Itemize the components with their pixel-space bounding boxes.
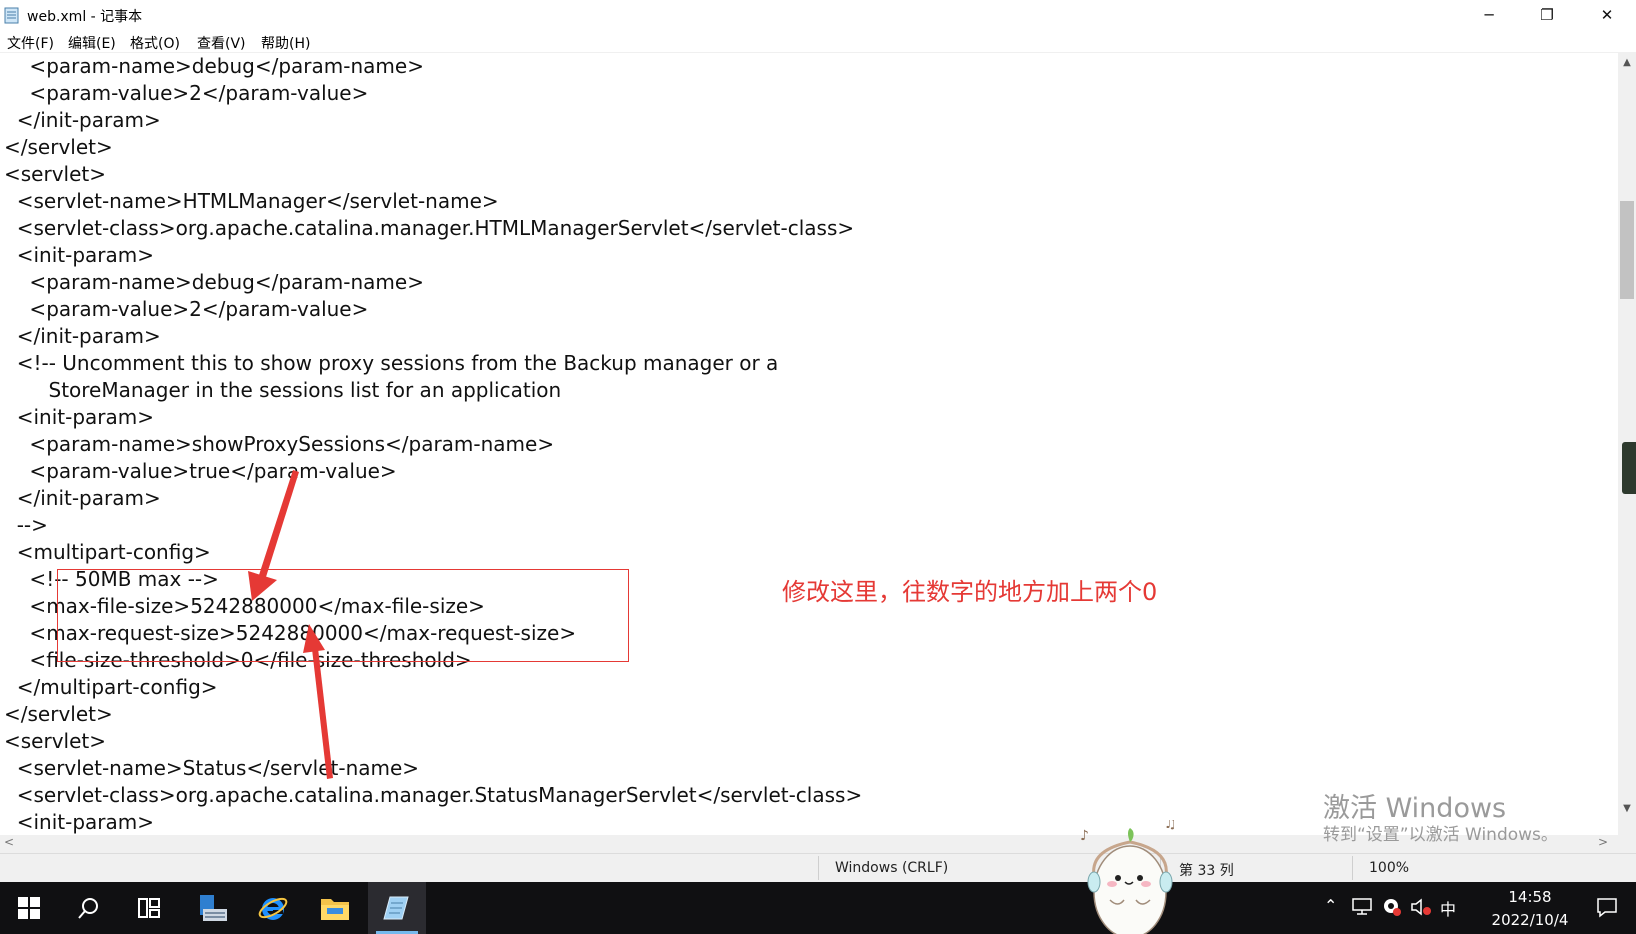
ime-indicator[interactable]: 中 (1440, 896, 1456, 920)
clock-date[interactable]: 2022/10/4 (1484, 911, 1576, 929)
scroll-thumb[interactable] (1620, 201, 1634, 299)
text-line: <servlet> (4, 729, 107, 753)
text-line: <param-value>2</param-value> (4, 81, 369, 105)
close-button[interactable]: ✕ (1578, 0, 1636, 30)
window-title: web.xml - 记事本 (27, 9, 143, 25)
text-line: --> (4, 513, 48, 537)
notification-icon[interactable] (1596, 896, 1618, 918)
file-explorer-icon[interactable] (306, 882, 364, 934)
side-panel-handle[interactable] (1622, 442, 1636, 494)
menu-edit[interactable]: 编辑(E) (68, 33, 116, 53)
text-line: <param-name>showProxySessions</param-nam… (4, 432, 555, 456)
text-line: </servlet> (4, 702, 113, 726)
scrollbar-corner (1618, 835, 1636, 853)
text-line: <servlet-name>HTMLManager</servlet-name> (4, 189, 499, 213)
scroll-right-arrow-icon[interactable]: > (1598, 835, 1608, 849)
volume-muted-icon[interactable] (1410, 897, 1432, 917)
activation-watermark-subtitle: 转到“设置”以激活 Windows。 (1323, 825, 1558, 845)
svg-text:♫: ♫ (1164, 820, 1177, 832)
scroll-down-arrow-icon[interactable]: ▼ (1618, 803, 1636, 817)
status-encoding: Windows (CRLF) (835, 860, 949, 876)
network-icon[interactable] (1352, 898, 1372, 916)
text-line: <init-param> (4, 810, 154, 834)
menu-file[interactable]: 文件(F) (7, 33, 54, 53)
text-line: </servlet> (4, 135, 113, 159)
server-manager-icon[interactable] (184, 882, 242, 934)
text-line: </init-param> (4, 324, 161, 348)
text-line: <param-name>debug</param-name> (4, 54, 424, 78)
search-icon[interactable] (60, 882, 118, 934)
text-line: </init-param> (4, 486, 161, 510)
notepad-icon (383, 896, 409, 920)
title-bar: web.xml - 记事本 ─ ❐ ✕ (0, 0, 1636, 30)
text-line: <multipart-config> (4, 540, 211, 564)
text-line: <servlet> (4, 162, 107, 186)
text-line: <servlet-class>org.apache.catalina.manag… (4, 216, 855, 240)
text-line: <!-- Uncomment this to show proxy sessio… (4, 351, 779, 375)
notepad-taskbar-button[interactable] (368, 882, 426, 934)
minimize-button[interactable]: ─ (1460, 0, 1518, 30)
windows-start-icon[interactable] (0, 882, 58, 934)
text-line: <init-param> (4, 405, 154, 429)
text-line: <param-name>debug</param-name> (4, 270, 424, 294)
mascot-sticker: ♪ ♫ (1080, 820, 1177, 934)
clock-time[interactable]: 14:58 (1500, 888, 1560, 906)
text-line: <servlet-name>Status</servlet-name> (4, 756, 420, 780)
text-line: <servlet-class>org.apache.catalina.manag… (4, 783, 863, 807)
status-bar: Windows (CRLF) 第 33 列 100% (0, 853, 1636, 883)
text-line: <param-value>true</param-value> (4, 459, 397, 483)
text-line: <param-value>2</param-value> (4, 297, 369, 321)
menu-help[interactable]: 帮助(H) (261, 33, 310, 53)
status-zoom: 100% (1369, 860, 1410, 876)
text-line: <init-param> (4, 243, 154, 267)
annotation-note: 修改这里，往数字的地方加上两个0 (782, 578, 1158, 606)
svg-text:♪: ♪ (1080, 828, 1089, 844)
menu-view[interactable]: 查看(V) (197, 33, 246, 53)
notepad-icon (4, 7, 19, 24)
antivirus-icon[interactable] (1382, 897, 1402, 917)
text-line: </multipart-config> (4, 675, 218, 699)
task-view-icon[interactable] (120, 882, 178, 934)
status-position: 第 33 列 (1179, 863, 1234, 879)
maximize-button[interactable]: ❐ (1518, 0, 1576, 30)
text-line: StoreManager in the sessions list for an… (4, 378, 562, 402)
menu-bar: 文件(F) 编辑(E) 格式(O) 查看(V) 帮助(H) (0, 30, 1636, 53)
internet-explorer-icon[interactable] (244, 882, 302, 934)
text-line: </init-param> (4, 108, 161, 132)
scroll-up-arrow-icon[interactable]: ▲ (1618, 57, 1636, 71)
scroll-left-arrow-icon[interactable]: < (4, 835, 14, 849)
taskbar: ⌃ 中 14:58 2022/10/4 (0, 882, 1636, 934)
highlight-box (57, 569, 629, 662)
chevron-up-icon[interactable]: ⌃ (1324, 896, 1337, 915)
menu-format[interactable]: 格式(O) (130, 33, 180, 53)
text-editor[interactable]: <param-name>debug</param-name> <param-va… (0, 53, 1618, 835)
